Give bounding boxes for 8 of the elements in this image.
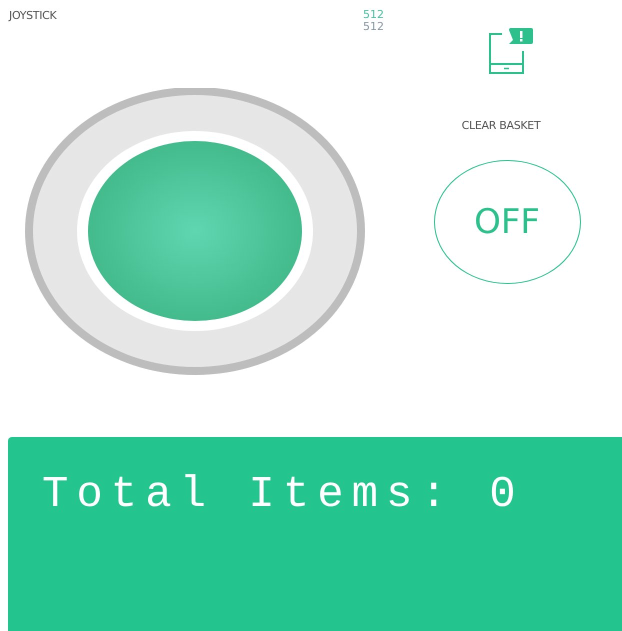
phone-notification-icon[interactable] xyxy=(487,26,535,74)
axis-value: 512 xyxy=(363,9,384,21)
lcd-text: Total Items: 0 xyxy=(42,469,525,522)
axis-value: 512 xyxy=(363,21,384,33)
toggle-button[interactable]: OFF xyxy=(434,160,580,284)
joystick-handle[interactable] xyxy=(88,141,302,321)
widget-label: JOYSTICK xyxy=(9,9,56,24)
widget-label: CLEAR BASKET xyxy=(462,119,540,132)
